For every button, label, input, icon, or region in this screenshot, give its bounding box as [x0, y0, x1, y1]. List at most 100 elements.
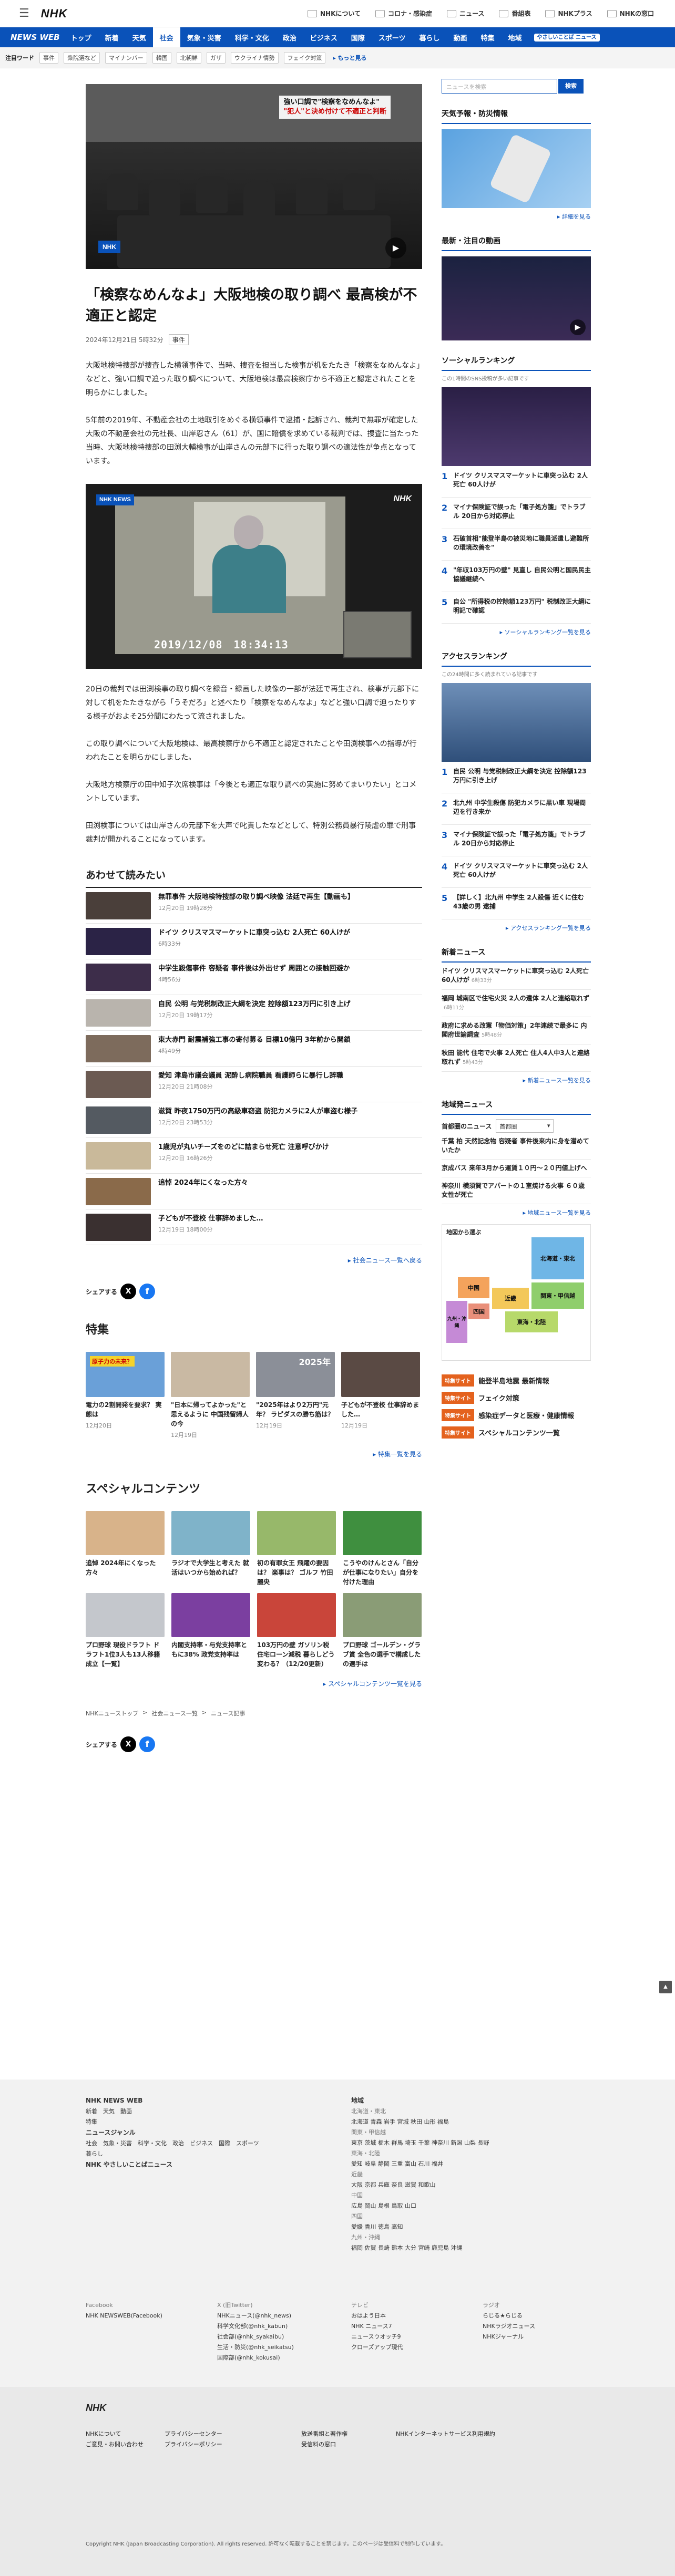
footer-link[interactable]: NHK ニュース7: [351, 2323, 392, 2330]
footer-link[interactable]: 新着: [86, 2108, 97, 2115]
nav-top[interactable]: トップ: [64, 27, 98, 47]
related-item[interactable]: 中学生殺傷事件 容疑者 事件後は外出せず 周囲との接触回避か 4時56分: [86, 959, 422, 995]
global-link-window[interactable]: NHKの窓口: [607, 9, 654, 18]
footer-brand[interactable]: NHK NEWS WEB: [86, 2097, 142, 2104]
access-ranking-more-link[interactable]: ▸ アクセスランキング一覧を見る: [442, 924, 591, 932]
footer-link[interactable]: 福岡 佐賀 長崎 熊本 大分 宮崎 鹿児島 沖縄: [351, 2244, 462, 2251]
footer-link[interactable]: 放送番組と著作権: [301, 2429, 396, 2439]
new-news-more-link[interactable]: ▸ 新着ニュース一覧を見る: [442, 1076, 591, 1084]
related-item[interactable]: 無罪事件 大阪地検特捜部の取り調べ映像 法廷で再生【動画も】 12月20日 19時…: [86, 888, 422, 924]
global-link-covid[interactable]: コロナ・感染症: [375, 9, 432, 18]
banner-link[interactable]: 特集サイト スペシャルコンテンツ一覧: [442, 1426, 591, 1439]
related-item[interactable]: 1歳児が丸いチーズをのどに詰まらせ死亡 注意呼びかけ 12月20日 16時26分: [86, 1138, 422, 1174]
banner-link[interactable]: 特集サイト 能登半島地震 最新情報: [442, 1374, 591, 1387]
special-list-link[interactable]: ▸ スペシャルコンテンツ一覧を見る: [86, 1679, 422, 1688]
related-item[interactable]: 東大赤門 耐震補強工事の寄付募る 目標10億円 3年前から開鎖 4時49分: [86, 1031, 422, 1067]
footer-link[interactable]: ビジネス: [190, 2140, 213, 2147]
ranking-item[interactable]: 2 マイナ保険証で誤った「電子処方箋」でトラブル 20日から対応停止: [442, 498, 591, 529]
keyword-tag[interactable]: マイナンバー: [105, 51, 147, 64]
footer-nhk-logo[interactable]: NHK: [86, 2403, 106, 2414]
page-top-icon[interactable]: ▲: [659, 1981, 672, 1993]
footer-link[interactable]: スポーツ: [236, 2140, 259, 2147]
keyword-tag[interactable]: ガザ: [206, 51, 226, 64]
footer-link[interactable]: 動画: [120, 2108, 132, 2115]
easy-news-button[interactable]: やさしいことば ニュース: [534, 33, 600, 42]
footer-link[interactable]: 愛媛 香川 徳島 高知: [351, 2223, 403, 2230]
footer-link[interactable]: NHKニュース(@nhk_news): [217, 2312, 291, 2319]
play-icon[interactable]: ▶: [385, 237, 406, 258]
breadcrumb-item[interactable]: NHKニューストップ: [86, 1709, 138, 1718]
breadcrumb-item[interactable]: 社会ニュース一覧: [151, 1709, 197, 1718]
region-chugoku[interactable]: 中国: [458, 1277, 489, 1298]
facebook-share-icon[interactable]: f: [139, 1284, 156, 1299]
nav-feature[interactable]: 特集: [474, 27, 502, 47]
banner-link[interactable]: 特集サイト フェイク対策: [442, 1392, 591, 1404]
hero-video[interactable]: 強い口調で"検察をなめんなよ" "犯人"と決め付けて不適正と判断 NHK ▶: [86, 84, 422, 269]
footer-link[interactable]: 社会: [86, 2140, 97, 2147]
special-card[interactable]: 103万円の壁 ガソリン税 住宅ローン減税 暮らしどう変わる？（12/20更新）: [257, 1593, 336, 1669]
footer-easy-link[interactable]: NHK やさしいことばニュース: [86, 2161, 172, 2168]
new-news-item[interactable]: 政府に求める改憲「物価対策」2年連続で最多に 内閣府世論調査 5時48分: [442, 1017, 591, 1044]
related-item[interactable]: 自民 公明 与党税制改正大綱を決定 控除額123万円に引き上げ 12月20日 19…: [86, 995, 422, 1031]
article-category[interactable]: 事件: [168, 334, 189, 345]
x-share-icon[interactable]: X: [120, 1736, 137, 1752]
feature-card[interactable]: 2025年 "2025年はより2万円"元年？ ラピダスの勝ち筋は？ 12月19日: [256, 1352, 335, 1439]
footer-link[interactable]: プライバシーセンター: [165, 2429, 301, 2439]
footer-link[interactable]: 気象・災害: [103, 2140, 132, 2147]
region-tokai-hokuriku[interactable]: 東海・北陸: [505, 1311, 558, 1332]
special-card[interactable]: 内閣支持率・与党支持率ともに38% 政党支持率は: [171, 1593, 250, 1669]
search-button[interactable]: 検索: [558, 79, 584, 94]
region-kyushu[interactable]: 九州・沖縄: [446, 1301, 467, 1343]
ranking-item[interactable]: 1 ドイツ クリスマスマーケットに車突っ込む 2人死亡 60人けが: [442, 466, 591, 498]
special-card[interactable]: 追悼 2024年にくなった方々: [86, 1511, 165, 1587]
weather-map[interactable]: [442, 129, 591, 208]
keyword-tag[interactable]: 事件: [39, 51, 58, 64]
features-list-link[interactable]: ▸ 特集一覧を見る: [86, 1450, 422, 1458]
footer-link[interactable]: NHKラジオニュース: [483, 2323, 535, 2330]
keyword-tag[interactable]: 衆院選など: [64, 51, 100, 64]
region-select[interactable]: 首都圏 ▾: [496, 1119, 554, 1133]
nav-region[interactable]: 地域: [502, 27, 529, 47]
region-shikoku[interactable]: 四国: [468, 1303, 489, 1319]
x-share-icon[interactable]: X: [120, 1284, 137, 1299]
related-item[interactable]: 子どもが不登校 仕事辞めました… 12月19日 18時00分: [86, 1209, 422, 1245]
society-list-link[interactable]: ▸ 社会ニュース一覧へ戻る: [86, 1256, 422, 1265]
footer-link[interactable]: NHK NEWSWEB(Facebook): [86, 2312, 162, 2319]
region-hokkaido-tohoku[interactable]: 北海道・東北: [531, 1237, 584, 1279]
footer-link[interactable]: 特集: [86, 2118, 97, 2125]
footer-link[interactable]: 生活・防災(@nhk_seikatsu): [217, 2344, 294, 2351]
ranking-item[interactable]: 3 マイナ保険証で誤った「電子処方箋」でトラブル 20日から対応停止: [442, 825, 591, 856]
ranking-item[interactable]: 4 ドイツ クリスマスマーケットに車突っ込む 2人死亡 60人けが: [442, 856, 591, 888]
global-link-plus[interactable]: NHKプラス: [545, 9, 592, 18]
footer-link[interactable]: 暮らし: [86, 2150, 103, 2157]
keyword-tag[interactable]: ウクライナ情勢: [230, 51, 279, 64]
special-card[interactable]: こうやのけんとさん「自分が仕事になりたい」自分を付けた理由: [343, 1511, 422, 1587]
nav-sports[interactable]: スポーツ: [372, 27, 413, 47]
local-news-item[interactable]: 京成バス 来年3月から運賃１０円～２０円値上げへ: [442, 1160, 591, 1177]
ranking-item[interactable]: 5 自公 "所得税の控除額123万円" 税制改正大綱に明記で確認: [442, 592, 591, 624]
menu-icon[interactable]: ☰: [19, 7, 29, 20]
keyword-more-link[interactable]: ▸ もっと見る: [333, 54, 366, 62]
related-item[interactable]: 愛知 津島市議会議員 泥酔し病院職員 看護師らに暴行し辞職 12月20日 21時0…: [86, 1067, 422, 1102]
nav-weather[interactable]: 天気: [126, 27, 153, 47]
local-news-item[interactable]: 神奈川 横須賀でアパートの１室焼ける火事 ６０歳女性が死亡: [442, 1177, 591, 1204]
global-link-news[interactable]: ニュース: [447, 9, 484, 18]
global-link-program[interactable]: 番組表: [499, 9, 530, 18]
search-input[interactable]: ニュースを検索: [442, 79, 557, 94]
new-news-item[interactable]: ドイツ クリスマスマーケットに車突っ込む 2人死亡 60人けが 6時33分: [442, 963, 591, 990]
nav-new[interactable]: 新着: [98, 27, 126, 47]
ranking-item[interactable]: 1 自民 公明 与党税制改正大綱を決定 控除額123万円に引き上げ: [442, 762, 591, 793]
local-news-item[interactable]: 千葉 柏 天然記念物 容疑者 事件後来内に身を潜めていたか: [442, 1133, 591, 1160]
nav-world[interactable]: 国際: [344, 27, 372, 47]
new-news-item[interactable]: 秋田 能代 住宅で火事 2人死亡 住人4人中3人と連絡取れず 5時43分: [442, 1044, 591, 1072]
footer-link[interactable]: 大阪 京都 兵庫 奈良 滋賀 和歌山: [351, 2181, 435, 2188]
footer-link[interactable]: 社会部(@nhk_syakaibu): [217, 2333, 284, 2340]
global-link-about[interactable]: NHKについて: [307, 9, 361, 18]
news-web-brand[interactable]: NEWS WEB: [11, 33, 60, 42]
nav-society[interactable]: 社会: [152, 27, 180, 47]
keyword-tag[interactable]: フェイク対策: [283, 51, 326, 64]
ranking-item[interactable]: 2 北九州 中学生殺傷 防犯カメラに黒い車 現場周辺を行き来か: [442, 793, 591, 825]
article-video[interactable]: NHK NEWS NHK 2019/12/08 18:34:13: [86, 484, 422, 669]
feature-card[interactable]: 子どもが不登校 仕事辞めました… 12月19日: [341, 1352, 420, 1439]
keyword-tag[interactable]: 韓国: [152, 51, 171, 64]
